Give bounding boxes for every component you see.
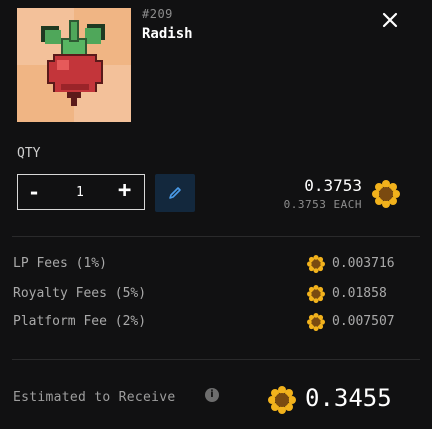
decrement-button[interactable]: - [28,181,40,203]
info-icon[interactable]: i [205,388,219,402]
pencil-icon [169,187,181,199]
sunflower-coin-icon [372,180,400,208]
edit-price-button[interactable] [155,174,195,212]
sunflower-coin-icon [268,386,296,414]
platform-fee-value: 0.007507 [332,314,395,329]
lp-fee-value: 0.003716 [332,256,395,271]
sunflower-coin-icon [307,255,325,273]
platform-fee-label: Platform Fee (2%) [13,314,147,329]
item-name: Radish [142,26,193,42]
increment-button[interactable]: + [118,179,131,203]
quantity-label: QTY [17,146,41,161]
divider [12,236,420,237]
radish-image [41,20,105,106]
unit-price: 0.3753 EACH [283,198,362,211]
sunflower-coin-icon [307,285,325,303]
sell-panel: #209 Radish QTY - 1 + 0.3753 0.3753 EACH… [0,0,432,429]
estimate-value: 0.3455 [305,384,392,412]
quantity-stepper: - 1 + [17,174,145,210]
sunflower-coin-icon [307,313,325,331]
close-icon[interactable] [380,10,400,30]
lp-fee-label: LP Fees (1%) [13,256,107,271]
divider [12,359,420,360]
item-id: #209 [142,7,173,21]
estimate-label: Estimated to Receive [13,390,176,405]
item-thumbnail [17,8,131,122]
total-price: 0.3753 [304,176,362,195]
royalty-fee-value: 0.01858 [332,286,387,301]
royalty-fee-label: Royalty Fees (5%) [13,286,147,301]
quantity-value[interactable]: 1 [76,185,84,200]
